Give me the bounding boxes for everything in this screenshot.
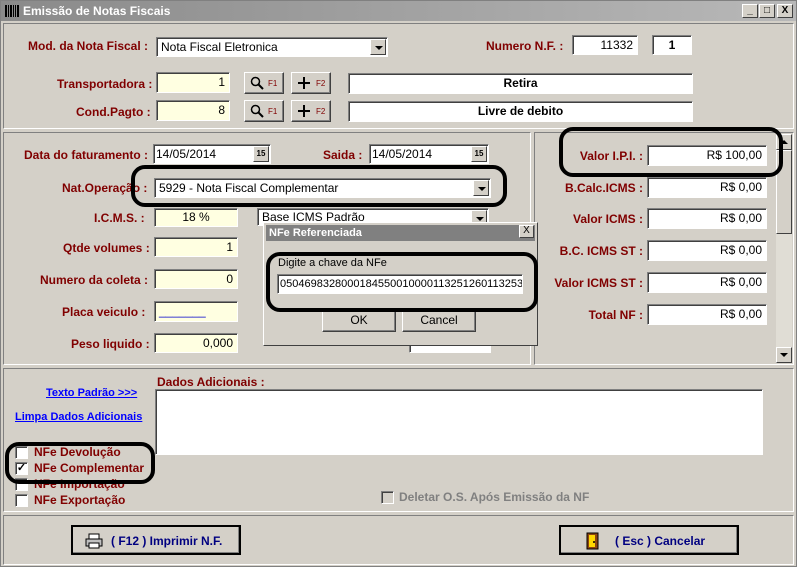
total-label: Total NF : (588, 308, 643, 322)
window-title: Emissão de Notas Fiscais (23, 4, 171, 18)
placa-label: Placa veiculo : (62, 305, 146, 319)
bcalc-label: B.Calc.ICMS : (564, 181, 643, 195)
check-icon: ✓ (16, 462, 27, 474)
imprimir-label: ( F12 ) Imprimir N.F. (111, 534, 223, 548)
transportadora-code-field[interactable]: 1 (156, 72, 230, 93)
plus-icon (298, 105, 310, 117)
nfe-importacao-checkbox[interactable] (15, 478, 28, 491)
transportadora-label: Transportadora : (57, 77, 153, 91)
qtde-field[interactable]: 1 (154, 237, 238, 257)
arrow-up-icon (780, 140, 788, 144)
f2-hint: F2 (316, 107, 326, 116)
nfe-referenciada-dialog: NFe Referenciada X Digite a chave da NFe… (263, 222, 538, 346)
peso-label: Peso liquido : (71, 337, 150, 351)
ipi-field[interactable]: R$ 100,00 (647, 145, 767, 166)
qtde-label: Qtde volumes : (63, 241, 150, 255)
saida-value: 14/05/2014 (372, 147, 433, 161)
dialog-title: NFe Referenciada (269, 227, 362, 239)
search-icon (250, 104, 264, 118)
vicms-label: Valor ICMS : (572, 212, 643, 226)
icms-label: I.C.M.S. : (94, 211, 145, 225)
coleta-label: Numero da coleta : (40, 273, 149, 287)
cancelar-label: ( Esc ) Cancelar (615, 534, 706, 548)
condpagto-code-field[interactable]: 8 (156, 100, 230, 121)
nfe-importacao-label: NFe Importação (34, 477, 125, 491)
vst-label: Valor ICMS ST : (554, 276, 643, 290)
scroll-up-button[interactable] (776, 134, 792, 150)
bcst-field[interactable]: R$ 0,00 (647, 240, 767, 261)
numero-field[interactable]: 11332 (572, 35, 638, 55)
data-fat-label: Data do faturamento : (24, 148, 149, 162)
vst-field[interactable]: R$ 0,00 (647, 272, 767, 293)
dados-adicionais-label: Dados Adicionais : (157, 375, 265, 389)
maximize-button[interactable]: □ (759, 4, 775, 18)
condpagto-label: Cond.Pagto : (76, 105, 151, 119)
modelo-select[interactable]: Nota Fiscal Eletronica (156, 37, 388, 57)
close-button[interactable]: X (777, 4, 793, 18)
cancelar-button[interactable]: ( Esc ) Cancelar (559, 525, 739, 555)
scroll-thumb[interactable] (776, 150, 792, 234)
condpagto-name-field: Livre de debito (348, 101, 693, 122)
deletar-os-label: Deletar O.S. Após Emissão da NF (399, 490, 590, 504)
printer-icon (85, 533, 103, 549)
modelo-label: Mod. da Nota Fiscal : (28, 39, 149, 53)
minimize-button[interactable]: _ (742, 4, 758, 18)
texto-padrao-link[interactable]: Texto Padrão >>> (46, 387, 137, 399)
chevron-down-icon[interactable] (473, 180, 489, 196)
coleta-field[interactable]: 0 (154, 269, 238, 289)
data-fat-value: 14/05/2014 (156, 147, 217, 161)
main-window: Emissão de Notas Fiscais _ □ X Mod. da N… (0, 0, 797, 567)
natop-label: Nat.Operação : (62, 181, 148, 195)
app-barcode-icon (5, 5, 19, 17)
f2-hint: F2 (316, 79, 326, 88)
nfe-devolucao-label: NFe Devolução (34, 445, 121, 459)
numero-label: Numero N.F. : (486, 39, 564, 53)
totals-scrollbar[interactable] (776, 134, 792, 363)
nfe-key-input[interactable]: 0504698328000184550010000113251260113253… (277, 274, 523, 294)
scroll-down-button[interactable] (776, 347, 792, 363)
serie-field[interactable]: 1 (652, 35, 692, 55)
limpa-dados-link[interactable]: Limpa Dados Adicionais (15, 411, 142, 423)
calendar-icon[interactable]: 15 (471, 146, 487, 162)
dialog-ok-button[interactable]: OK (322, 311, 396, 332)
add-transportadora-button[interactable]: F2 (291, 72, 331, 94)
f1-hint: F1 (268, 107, 278, 116)
plus-icon (298, 77, 310, 89)
placa-field[interactable]: _______ (154, 301, 238, 322)
bcalc-field[interactable]: R$ 0,00 (647, 177, 767, 198)
dialog-cancel-button[interactable]: Cancel (402, 311, 476, 332)
transportadora-name-field: Retira (348, 73, 693, 94)
modelo-value: Nota Fiscal Eletronica (161, 40, 278, 54)
calendar-icon[interactable]: 15 (253, 146, 269, 162)
dialog-close-button[interactable]: X (519, 225, 534, 238)
peso-field[interactable]: 0,000 (154, 333, 238, 353)
nfe-complementar-label: NFe Complementar (34, 461, 145, 475)
total-field[interactable]: R$ 0,00 (647, 304, 767, 325)
dialog-title-bar[interactable]: NFe Referenciada (266, 225, 535, 241)
deletar-os-checkbox[interactable] (381, 491, 394, 504)
ipi-label: Valor I.P.I. : (579, 149, 643, 163)
add-condpagto-button[interactable]: F2 (291, 100, 331, 122)
nfe-exportacao-checkbox[interactable] (15, 494, 28, 507)
f1-hint: F1 (268, 79, 278, 88)
search-icon (250, 76, 264, 90)
icms-field[interactable]: 18 % (154, 208, 238, 227)
dados-adicionais-textarea[interactable] (155, 389, 763, 455)
nfe-devolucao-checkbox[interactable] (15, 446, 28, 459)
search-transportadora-button[interactable]: F1 (244, 72, 284, 94)
chevron-down-icon[interactable] (370, 39, 386, 55)
arrow-down-icon (780, 353, 788, 357)
nfe-complementar-checkbox[interactable]: ✓ (15, 462, 28, 475)
dialog-prompt: Digite a chave da NFe (278, 257, 387, 269)
vicms-field[interactable]: R$ 0,00 (647, 208, 767, 229)
bcst-label: B.C. ICMS ST : (559, 244, 643, 258)
natop-select[interactable]: 5929 - Nota Fiscal Complementar (154, 178, 491, 198)
title-bar[interactable]: Emissão de Notas Fiscais _ □ X (1, 1, 796, 21)
saida-label: Saida : (323, 148, 363, 162)
imprimir-nf-button[interactable]: ( F12 ) Imprimir N.F. (71, 525, 241, 555)
search-condpagto-button[interactable]: F1 (244, 100, 284, 122)
exit-door-icon (586, 532, 599, 550)
nfe-exportacao-label: NFe Exportação (34, 493, 126, 507)
natop-value: 5929 - Nota Fiscal Complementar (159, 181, 339, 195)
